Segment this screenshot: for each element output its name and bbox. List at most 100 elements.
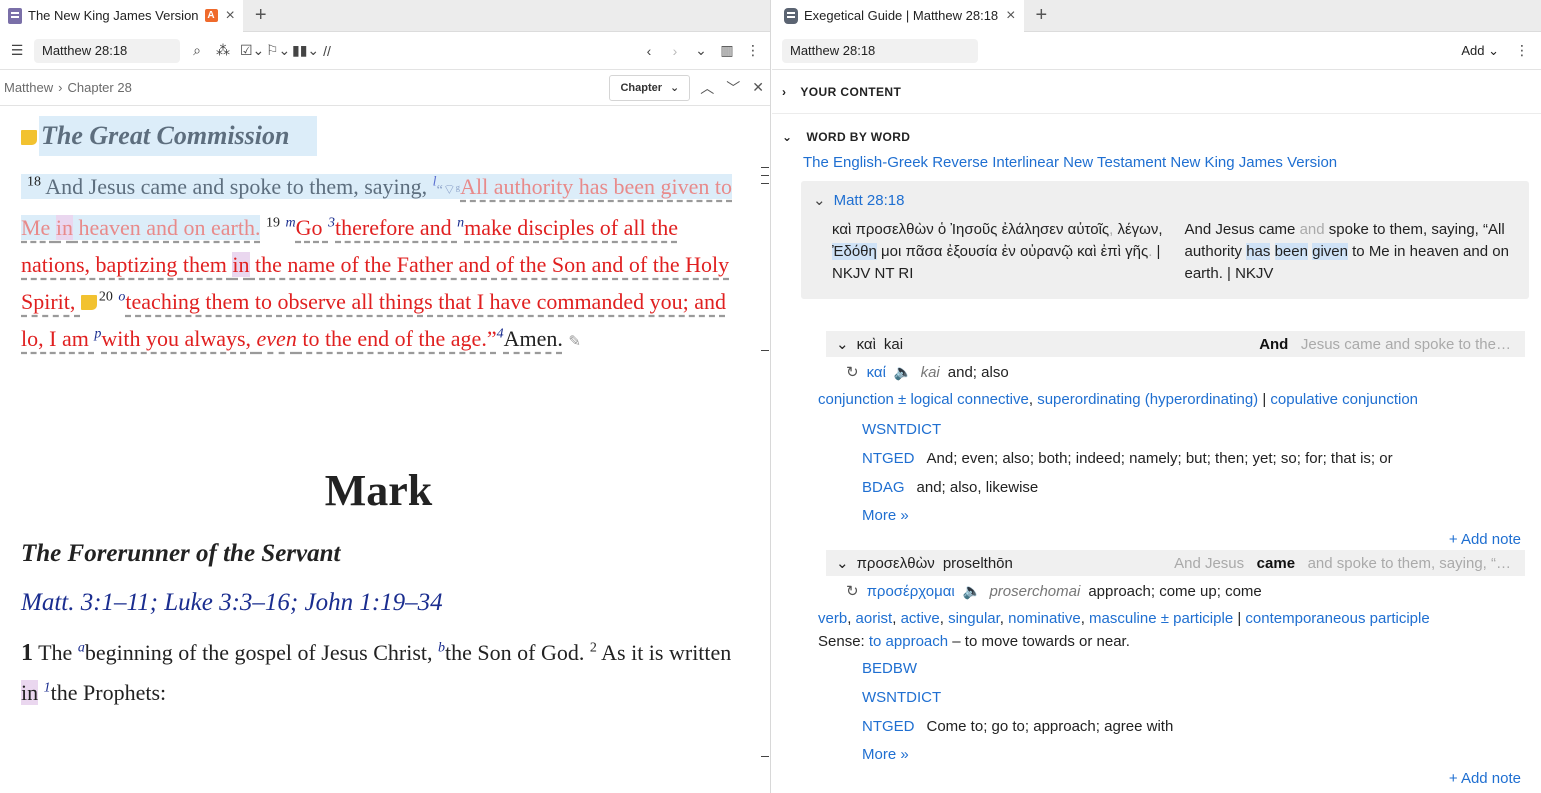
lemma-translit: proserchomai [989,582,1081,600]
morphology: conjunction ± logical connective, supero… [818,391,1419,408]
close-icon[interactable]: ✕ [752,79,764,96]
bible-text: The Great Commission 18 And Jesus came a… [0,106,770,713]
more-icon[interactable]: ⋮ [1513,42,1531,59]
cross-references[interactable]: Matt. 3:1–11; Luke 3:3–16; John 1:19–34 [21,584,736,621]
word-translit: kai [883,335,904,353]
add-tab-button[interactable]: + [1036,4,1048,27]
context-word: And [1259,335,1289,353]
morph-link[interactable]: copulative conjunction [1270,391,1418,408]
dictionary-name[interactable]: NTGED [862,712,915,741]
dictionary-name[interactable]: WSNTDICT [862,415,941,444]
morph-link[interactable]: nominative [1008,610,1081,627]
scroll-marker [761,756,769,757]
chevron-right-icon: › [782,84,787,99]
greek-words-highlight[interactable]: Ἐδόθη [832,243,877,260]
refresh-icon[interactable]: ↻ [846,582,859,600]
morph-link[interactable]: masculine ± participle [1089,610,1233,627]
note-icon[interactable] [21,130,37,145]
book-icon [8,7,22,24]
history-dropdown-icon[interactable]: ⌄ [692,42,710,59]
dictionary-entry: WSNTDICT [862,415,1525,444]
word-greek: προσελθὼν [856,554,935,572]
verse-reference[interactable]: ⌄ Matt 28:18 [813,191,1517,209]
speaker-icon[interactable]: 🔈 [894,363,913,381]
close-icon[interactable]: × [1006,7,1015,25]
book-title: Mark [324,466,433,515]
note-icon[interactable] [80,295,97,310]
word-header[interactable]: ⌄ καὶ kai And Jesus came and spoke to th… [826,331,1525,357]
speaker-icon[interactable]: 🔈 [963,582,982,600]
sense-link[interactable]: to approach [869,633,948,650]
split-view-icon[interactable]: ▥ [718,42,736,59]
morph-link[interactable]: singular [948,610,1000,627]
search-icon[interactable]: ⌕ [188,42,206,59]
english-word-highlight[interactable]: has [1246,243,1271,260]
verse-number: 2 [589,640,597,656]
add-note-button[interactable]: + Add note [826,770,1521,787]
breadcrumb-book[interactable]: Matthew [4,80,53,95]
chapter-dropdown[interactable]: Chapter ⌄ [609,74,691,101]
footnote-marker[interactable]: b [438,641,445,656]
lemma-row: ↻ καί 🔈 kai and; also [846,361,1525,383]
tab-exegetical-guide[interactable]: Exegetical Guide | Matthew 28:18 × [772,0,1024,32]
dictionary-name[interactable]: NTGED [862,444,915,473]
morph-link[interactable]: superordinating (hyperordinating) [1037,391,1258,408]
footnote-marker[interactable]: a [78,641,85,656]
breadcrumb: Matthew › Chapter 28 Chapter ⌄ ︿ ﹀ ✕ [0,70,770,106]
reference-input[interactable] [782,38,978,63]
previous-chapter-icon[interactable]: ︿ [700,78,714,98]
add-tab-button[interactable]: + [255,4,267,27]
highlight-icon[interactable]: ⚐⌄ [266,42,290,59]
search-hit[interactable]: in [55,215,73,240]
pencil-icon[interactable]: ✎ [568,334,581,350]
footnote-marker[interactable]: 4 [497,327,504,342]
breadcrumb-chapter[interactable]: Chapter 28 [67,80,131,95]
your-content-header[interactable]: › YOUR CONTENT [772,70,1541,114]
visual-filter-icon[interactable]: ⁂ [214,42,232,59]
english-word-highlight[interactable]: been [1274,243,1308,260]
word-greek: καὶ [856,335,876,353]
back-icon[interactable]: ‹ [640,43,658,59]
more-icon[interactable]: ⋮ [744,42,762,59]
verse-text: the Son of God. [445,640,590,665]
add-button[interactable]: Add ⌄ [1461,43,1499,59]
search-hit[interactable]: in [21,680,39,705]
tab-nkjv[interactable]: The New King James Version A × [0,0,243,32]
dictionary-name[interactable]: BEDBW [862,654,917,683]
add-note-button[interactable]: + Add note [826,531,1521,548]
close-icon[interactable]: × [226,7,235,25]
chevron-down-icon: ⌄ [836,555,849,572]
menu-icon[interactable]: ☰ [8,42,26,59]
reference-input[interactable] [34,38,180,63]
morph-link[interactable]: active [901,610,940,627]
morph-link[interactable]: verb [818,610,847,627]
lemma[interactable]: προσέρχομαι [867,583,955,600]
dictionary-name[interactable]: BDAG [862,473,905,502]
resource-link[interactable]: The English-Greek Reverse Interlinear Ne… [772,154,1541,171]
checklist-icon[interactable]: ☑⌄ [240,42,264,59]
panel-layout-icon[interactable]: ▮▮⌄ [292,42,319,59]
forward-icon[interactable]: › [666,43,684,59]
morph-link[interactable]: aorist [856,610,893,627]
footnote-marker[interactable]: 3 [328,216,335,231]
morph-link[interactable]: conjunction ± logical connective [818,391,1029,408]
more-link[interactable]: More » [862,502,1525,530]
audio-icon[interactable]: “⌔ᵍ [437,183,461,198]
section-heading: The Forerunner of the Servant [21,540,341,567]
section-title: WORD BY WORD [806,130,911,144]
verse-number: 18 [27,174,41,190]
search-hit[interactable]: in [232,252,250,277]
more-link[interactable]: More » [862,741,1525,769]
footnote-marker[interactable]: m [285,216,295,231]
lemma[interactable]: καί [867,364,886,381]
next-chapter-icon[interactable]: ﹀ [726,78,740,98]
parallel-icon[interactable]: // [318,43,336,59]
english-word-highlight[interactable]: given [1312,243,1348,260]
word-context: And Jesus came and spoke to the… [1259,336,1511,353]
dictionary-name[interactable]: WSNTDICT [862,683,941,712]
morph-link[interactable]: contemporaneous participle [1245,610,1429,627]
word-header[interactable]: ⌄ προσελθὼν proselthōn And Jesus came an… [826,550,1525,576]
footnote-marker[interactable]: 1 [44,681,51,696]
passage-body: 18 And Jesus came and spoke to them, say… [21,168,736,361]
refresh-icon[interactable]: ↻ [846,363,859,381]
